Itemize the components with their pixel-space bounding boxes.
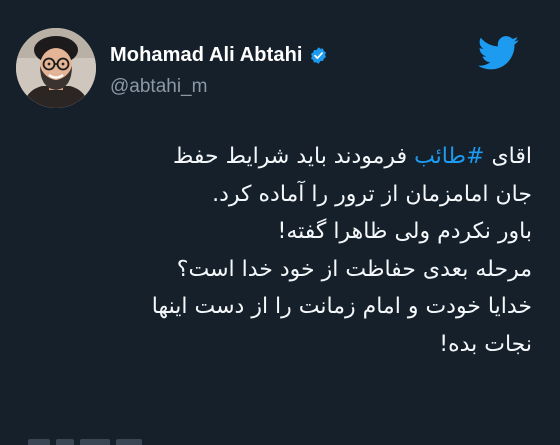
twitter-bird-icon[interactable] xyxy=(478,36,520,70)
tweet-text-segment: فرمودند باید شرایط حفظ xyxy=(173,144,415,169)
author-display-name[interactable]: Mohamad Ali Abtahi xyxy=(110,44,303,67)
author-name-row: Mohamad Ali Abtahi xyxy=(110,44,328,67)
avatar[interactable] xyxy=(16,28,96,108)
hashtag-link[interactable]: #طائب xyxy=(414,144,484,169)
verified-badge-icon xyxy=(309,46,328,65)
tweet-line: جان امامزمان از ترور را آماده کرد. xyxy=(212,181,532,207)
timestamp-row-cropped xyxy=(0,435,560,445)
tweet-text-segment: اقای xyxy=(484,144,532,169)
tweet-line: باور نکردم ولی ظاهرا گفته! xyxy=(277,219,532,244)
tweet-card: Mohamad Ali Abtahi @abtahi_m اقای #طائب … xyxy=(0,0,560,445)
tweet-line: اقای #طائب فرمودند باید شرایط حفظ xyxy=(12,138,532,176)
cropped-timestamp-glyphs xyxy=(28,439,142,445)
avatar-photo xyxy=(16,28,96,108)
tweet-line: نجات بده! xyxy=(439,331,532,357)
tweet-line: مرحله بعدی حفاظت از خود خدا است؟ xyxy=(176,256,532,282)
author-handle[interactable]: @abtahi_m xyxy=(110,76,207,98)
tweet-body: اقای #طائب فرمودند باید شرایط حفظ جان ام… xyxy=(12,138,532,363)
tweet-line: خدایا خودت و امام زمانت را از دست اینها xyxy=(151,294,532,319)
